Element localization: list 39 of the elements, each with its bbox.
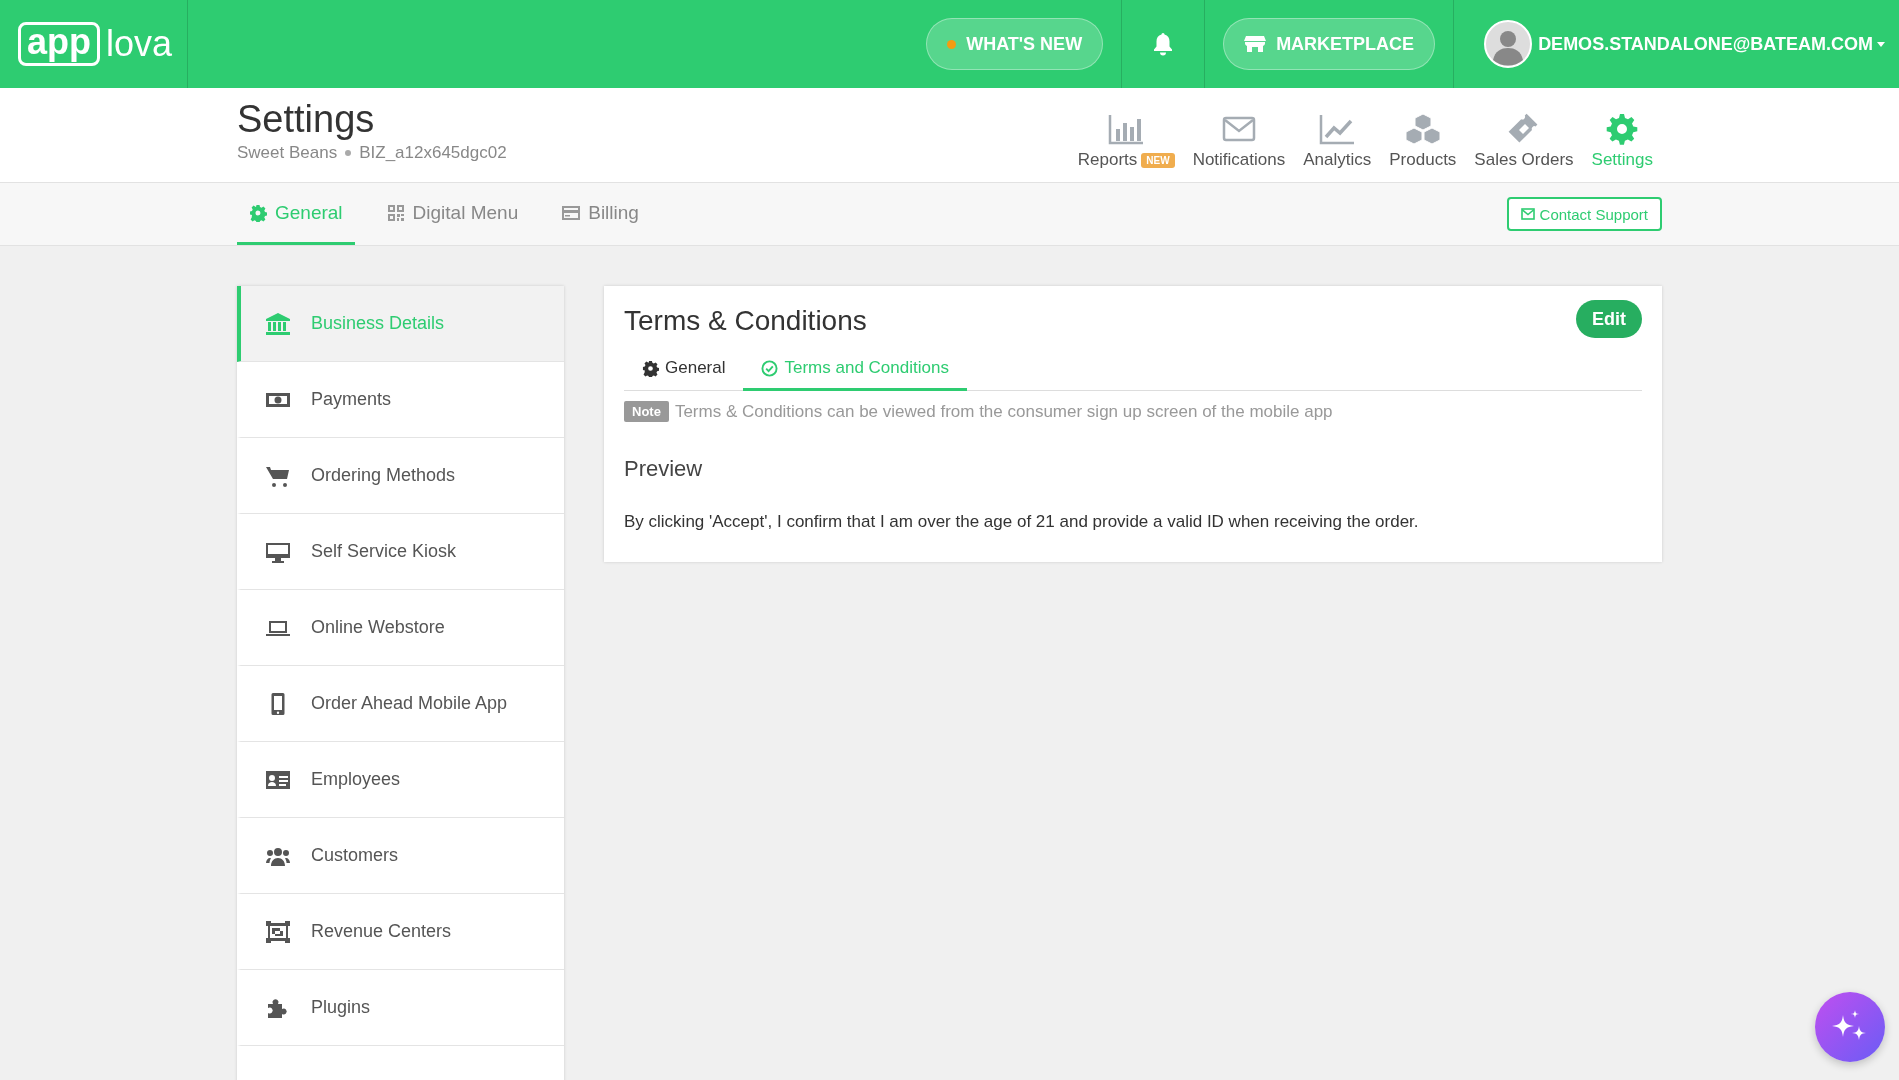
line-chart-icon bbox=[1318, 112, 1357, 146]
nav-item[interactable]: Analytics bbox=[1294, 112, 1381, 170]
preview-heading: Preview bbox=[624, 456, 704, 482]
qr-code-icon bbox=[386, 203, 405, 222]
business-name: Sweet Beans bbox=[237, 143, 338, 163]
settings-icon bbox=[642, 359, 659, 377]
frame-icon bbox=[265, 919, 291, 944]
credit-card-icon bbox=[562, 203, 581, 222]
nav-item[interactable]: Notifications bbox=[1183, 112, 1295, 170]
sidebar-item[interactable]: Online Webstore bbox=[237, 590, 564, 666]
assistant-button[interactable] bbox=[1815, 992, 1885, 1062]
store-icon bbox=[1244, 35, 1267, 53]
panel-title: Terms & Conditions bbox=[624, 305, 867, 337]
sidebar-item[interactable]: Order Ahead Mobile App bbox=[237, 666, 564, 742]
sidebar-item[interactable]: Payments bbox=[237, 362, 564, 438]
avatar-icon[interactable] bbox=[1484, 20, 1533, 68]
note-badge: Note bbox=[624, 401, 669, 422]
nav-item[interactable]: Products bbox=[1380, 112, 1466, 170]
check-circle-icon bbox=[761, 359, 779, 377]
note-text: Terms & Conditions can be viewed from the consumer sign up screen of the mobile app bbox=[674, 401, 1333, 422]
tab[interactable]: General bbox=[624, 348, 744, 391]
business-id: BIZ_a12x645dgc02 bbox=[359, 143, 507, 163]
notification-bell-icon[interactable] bbox=[1152, 32, 1175, 56]
sidebar-item[interactable]: Employees bbox=[237, 742, 564, 818]
sidebar-item[interactable]: Plugins bbox=[237, 970, 564, 1046]
sidebar-item[interactable]: Self Service Kiosk bbox=[237, 514, 564, 590]
bar-chart-icon bbox=[1107, 112, 1146, 146]
boxes-icon bbox=[1403, 112, 1442, 146]
sidebar-item[interactable]: Ordering Methods bbox=[237, 438, 564, 514]
nav-item[interactable]: Sales Orders bbox=[1465, 112, 1583, 170]
sidebar-item[interactable]: Customers bbox=[237, 818, 564, 894]
settings-icon bbox=[249, 203, 267, 222]
new-badge: NEW bbox=[1141, 152, 1175, 168]
envelope-icon bbox=[1520, 208, 1535, 220]
nav-item[interactable]: Reports NEW bbox=[1068, 112, 1184, 170]
preview-text: By clicking 'Accept', I confirm that I am over the age of 21 and provide a valid ID when receiving the order. bbox=[624, 512, 1420, 532]
sidebar-item[interactable]: Revenue Centers bbox=[237, 894, 564, 970]
page-title: Settings bbox=[237, 98, 376, 141]
bank-icon bbox=[265, 311, 291, 336]
